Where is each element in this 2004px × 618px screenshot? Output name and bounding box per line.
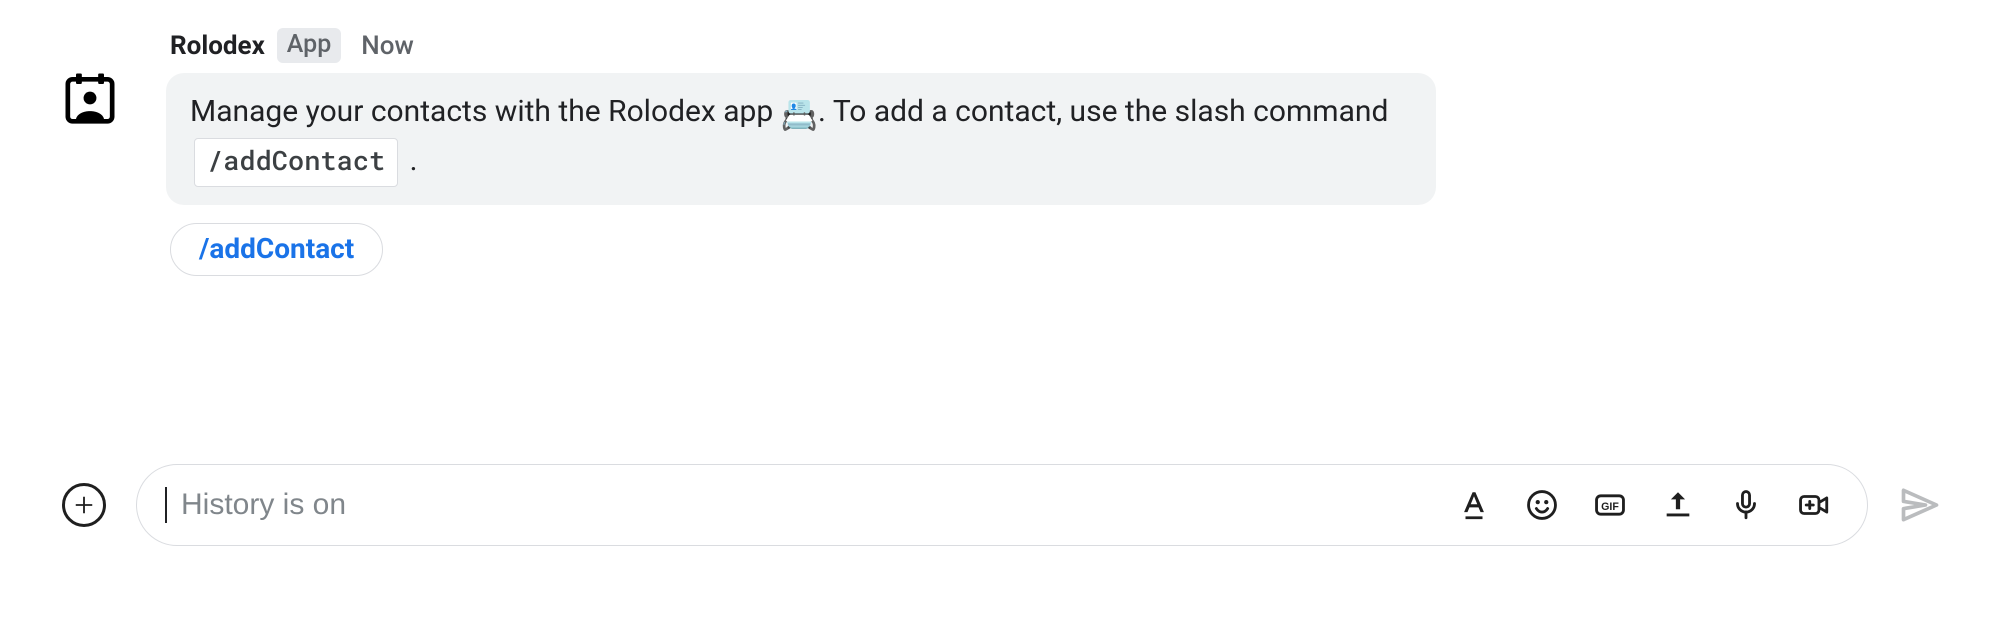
upload-button[interactable]: [1661, 488, 1695, 522]
message-row: Rolodex App Now Manage your contacts wit…: [0, 0, 2004, 276]
emoji-button[interactable]: [1525, 488, 1559, 522]
sender-name: Rolodex: [170, 31, 265, 61]
send-button[interactable]: [1898, 483, 1942, 527]
emoji-icon: [1525, 488, 1559, 522]
compose-field[interactable]: GIF: [136, 464, 1868, 546]
compose-row: GIF: [62, 464, 1942, 546]
message-text-post: .: [402, 143, 417, 178]
format-text-button[interactable]: [1457, 488, 1491, 522]
text-cursor-icon: [165, 487, 167, 523]
app-avatar-icon: [62, 70, 118, 126]
message-header: Rolodex App Now: [166, 28, 1436, 63]
format-icon: [1457, 488, 1491, 522]
message-input[interactable]: [181, 488, 1449, 522]
upload-icon: [1661, 488, 1695, 522]
slash-command-chip: /addContact: [194, 138, 398, 187]
message-bubble: Manage your contacts with the Rolodex ap…: [166, 73, 1436, 205]
video-plus-icon: [1797, 488, 1831, 522]
suggestion-addcontact-button[interactable]: /addContact: [170, 223, 383, 276]
gif-icon: GIF: [1593, 488, 1627, 522]
suggestion-row: /addContact: [166, 223, 1436, 276]
add-attachment-button[interactable]: [62, 483, 106, 527]
voice-button[interactable]: [1729, 488, 1763, 522]
message-timestamp: Now: [361, 31, 414, 61]
app-badge: App: [277, 28, 341, 63]
send-icon: [1898, 483, 1942, 527]
message-text-mid: . To add a contact, use the slash comman…: [818, 94, 1388, 129]
video-call-button[interactable]: [1797, 488, 1831, 522]
card-index-emoji-icon: 📇: [781, 93, 818, 138]
compose-toolbar: GIF: [1457, 488, 1839, 522]
message-text-pre: Manage your contacts with the Rolodex ap…: [190, 94, 781, 129]
gif-button[interactable]: GIF: [1593, 488, 1627, 522]
message-content: Rolodex App Now Manage your contacts wit…: [166, 28, 1436, 276]
plus-icon: [73, 494, 95, 516]
svg-text:GIF: GIF: [1601, 501, 1619, 513]
microphone-icon: [1729, 488, 1763, 522]
